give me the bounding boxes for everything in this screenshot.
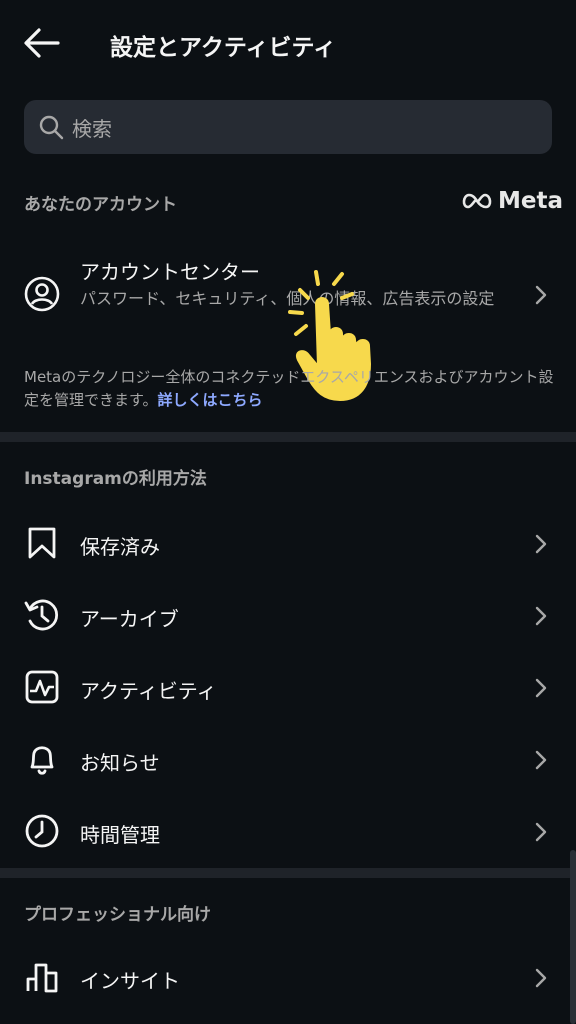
menu-item-time-management[interactable]: 時間管理 xyxy=(0,796,576,868)
search-input[interactable]: 検索 xyxy=(24,100,552,154)
search-placeholder: 検索 xyxy=(72,117,112,141)
account-circle-icon xyxy=(24,276,60,312)
chevron-right-icon xyxy=(535,968,547,988)
activity-icon xyxy=(25,670,59,704)
chevron-right-icon xyxy=(535,822,547,842)
header: 設定とアクティビティ xyxy=(0,0,576,86)
section-label-pro: プロフェッショナル向け xyxy=(24,905,211,925)
section-label-account: あなたのアカウント xyxy=(24,195,177,215)
menu-item-notifications[interactable]: お知らせ xyxy=(0,724,576,796)
bookmark-icon xyxy=(28,527,56,559)
meta-logo-text: Meta xyxy=(498,188,564,214)
menu-item-label: 保存済み xyxy=(80,535,160,559)
divider xyxy=(0,432,576,442)
page-title: 設定とアクティビティ xyxy=(110,35,337,61)
menu-item-label: 時間管理 xyxy=(80,823,160,847)
divider xyxy=(0,868,576,878)
account-note-text: Metaのテクノロジー全体のコネクテッドエクスペリエンスおよびアカウント設定を管… xyxy=(24,368,554,409)
menu-item-saved[interactable]: 保存済み xyxy=(0,508,576,580)
archive-icon xyxy=(24,599,58,631)
chevron-right-icon xyxy=(535,606,547,626)
account-note: Metaのテクノロジー全体のコネクテッドエクスペリエンスおよびアカウント設定を管… xyxy=(24,366,554,412)
clock-icon xyxy=(25,814,59,848)
menu-item-label: インサイト xyxy=(80,969,180,993)
learn-more-link[interactable]: 詳しくはこちら xyxy=(158,391,263,409)
menu-item-label: アーカイブ xyxy=(80,607,179,631)
back-arrow-icon[interactable] xyxy=(22,26,62,60)
account-center-title: アカウントセンター xyxy=(80,260,260,284)
scrollbar[interactable] xyxy=(570,850,576,1024)
menu-item-label: アクティビティ xyxy=(80,679,217,703)
menu-item-insights[interactable]: インサイト xyxy=(0,942,576,1014)
chevron-right-icon xyxy=(535,534,547,554)
menu-item-activity[interactable]: アクティビティ xyxy=(0,652,576,724)
search-icon xyxy=(39,115,64,140)
menu-item-label: お知らせ xyxy=(80,751,160,775)
bar-chart-icon xyxy=(26,963,58,993)
bell-icon xyxy=(30,746,54,775)
chevron-right-icon xyxy=(535,285,547,305)
chevron-right-icon xyxy=(535,678,547,698)
menu-item-archive[interactable]: アーカイブ xyxy=(0,580,576,652)
meta-logo: Meta xyxy=(460,186,563,216)
section-label-usage: Instagramの利用方法 xyxy=(24,469,207,489)
chevron-right-icon xyxy=(535,750,547,770)
meta-infinity-icon xyxy=(462,193,492,209)
